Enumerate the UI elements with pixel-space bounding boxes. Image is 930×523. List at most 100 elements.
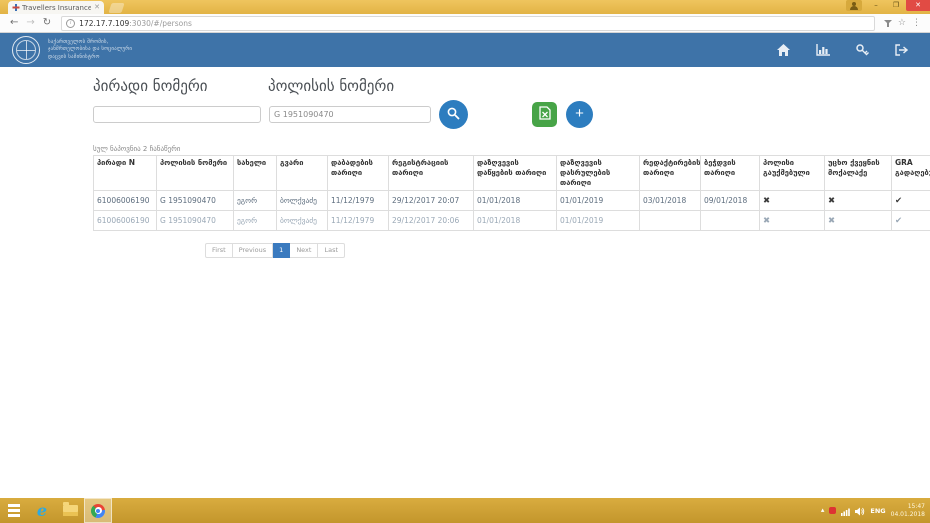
table-cell: 03/01/2018 — [640, 191, 701, 211]
table-header-row: პირადი Nპოლისის ნომერისახელიგვარიდაბადებ… — [94, 156, 930, 191]
excel-file-icon — [539, 106, 551, 123]
column-header: დაბადების თარიღი — [328, 156, 389, 191]
chrome-icon — [91, 504, 105, 518]
url-path: :3030/#/persons — [129, 19, 192, 28]
table-cell: G 1951090470 — [157, 191, 234, 211]
tab-title: Travellers Insurance — [22, 4, 91, 12]
window-controls: – ❐ ✕ — [846, 0, 930, 14]
close-button[interactable]: ✕ — [906, 0, 930, 11]
table-cell: 29/12/2017 20:07 — [389, 191, 474, 211]
browser-titlebar: Travellers Insurance ✕ – ❐ ✕ — [0, 0, 930, 14]
policy-number-label: პოლისის ნომერი — [268, 77, 443, 95]
pagination-previous[interactable]: Previous — [233, 243, 273, 258]
column-header: რეგისტრაციის თარიღი — [389, 156, 474, 191]
table-cell: ეგორ — [234, 191, 277, 211]
pagination-first[interactable]: First — [205, 243, 233, 258]
column-header: დაზღვევის დასრულების თარიღი — [557, 156, 640, 191]
key-icon[interactable] — [856, 44, 869, 56]
app-header: საქართველოს შრომის,ჯანმრთელობისა და სოცი… — [0, 33, 930, 67]
chart-icon[interactable] — [816, 44, 830, 56]
column-header: პოლისის ნომერი — [157, 156, 234, 191]
tray-expand-icon[interactable]: ▴ — [821, 507, 825, 514]
network-icon[interactable] — [841, 501, 850, 520]
policy-number-input[interactable] — [269, 106, 431, 123]
ministry-name: საქართველოს შრომის,ჯანმრთელობისა და სოცი… — [48, 39, 132, 62]
column-header: GRA გადაღებულია — [892, 156, 930, 191]
browser-toolbar: ← → ↻ i 172.17.7.109:3030/#/persons ☆ ⋮ — [0, 14, 930, 33]
column-header: პოლისი გაუქმებული — [760, 156, 825, 191]
table-cell: 01/01/2019 — [557, 191, 640, 211]
search-button[interactable] — [439, 100, 468, 129]
persons-table: პირადი Nპოლისის ნომერისახელიგვარიდაბადებ… — [93, 155, 930, 231]
forward-icon[interactable]: → — [26, 18, 34, 28]
address-bar[interactable]: i 172.17.7.109:3030/#/persons — [61, 16, 875, 31]
table-cell: 61006006190 — [94, 211, 157, 231]
browser-menu-icon[interactable]: ⋮ — [912, 19, 921, 28]
table-cell: ✔ — [892, 191, 930, 211]
start-button[interactable] — [0, 498, 28, 523]
tray-alert-icon[interactable] — [829, 507, 836, 514]
ministry-name-line: დაცვის სამინისტრო — [48, 54, 132, 62]
clock-time: 15:47 — [891, 503, 925, 511]
profile-icon[interactable] — [846, 0, 862, 11]
table-cell: 01/01/2018 — [474, 191, 557, 211]
taskbar-explorer[interactable] — [56, 498, 84, 523]
table-cell: ✖ — [825, 211, 892, 231]
new-tab-button[interactable] — [108, 3, 124, 13]
column-header: უცხო ქვეყნის მოქალაქე — [825, 156, 892, 191]
table-cell: 29/12/2017 20:06 — [389, 211, 474, 231]
table-cell: 11/12/1979 — [328, 211, 389, 231]
table-cell — [640, 211, 701, 231]
volume-icon[interactable] — [855, 501, 865, 520]
table-row[interactable]: 61006006190G 1951090470ეგორბოლქვაძე11/12… — [94, 211, 930, 231]
tab-close-icon[interactable]: ✕ — [94, 4, 100, 11]
table-cell — [701, 211, 760, 231]
minimize-button[interactable]: – — [866, 0, 886, 11]
table-cell: 61006006190 — [94, 191, 157, 211]
table-cell: 01/01/2019 — [557, 211, 640, 231]
search-section: პირადი ნომერი პოლისის ნომერი + — [93, 77, 930, 129]
bookmark-star-icon[interactable]: ☆ — [898, 19, 906, 28]
tab-favicon-icon — [12, 4, 19, 11]
table-cell: ✔ — [892, 211, 930, 231]
folder-icon — [63, 505, 78, 516]
home-icon[interactable] — [777, 44, 790, 56]
table-row[interactable]: 61006006190G 1951090470ეგორბოლქვაძე11/12… — [94, 191, 930, 211]
maximize-button[interactable]: ❐ — [886, 0, 906, 11]
url-host: 172.17.7.109 — [79, 19, 129, 28]
system-tray: ▴ ENG 15:47 04.01.2018 — [821, 501, 930, 520]
export-excel-button[interactable] — [532, 102, 557, 127]
taskbar: e ▴ ENG 15:47 04.01.2018 — [0, 498, 930, 523]
column-header: რედაქტირების თარიღი — [640, 156, 701, 191]
table-cell: 01/01/2018 — [474, 211, 557, 231]
column-header: დაზღვევის დაწყების თარიღი — [474, 156, 557, 191]
pagination-next[interactable]: Next — [290, 243, 318, 258]
table-cell: G 1951090470 — [157, 211, 234, 231]
pagination: FirstPrevious1NextLast — [205, 243, 930, 258]
start-icon — [8, 504, 20, 517]
clock-date: 04.01.2018 — [891, 511, 925, 519]
pagination-1[interactable]: 1 — [273, 243, 290, 258]
page-info-icon[interactable]: i — [66, 19, 75, 28]
add-person-button[interactable]: + — [566, 101, 593, 128]
clock[interactable]: 15:47 04.01.2018 — [891, 503, 925, 519]
browser-tab[interactable]: Travellers Insurance ✕ — [8, 1, 104, 14]
back-icon[interactable]: ← — [10, 18, 18, 28]
personal-number-input[interactable] — [93, 106, 261, 123]
pagination-last[interactable]: Last — [318, 243, 345, 258]
refresh-icon[interactable]: ↻ — [43, 18, 51, 28]
taskbar-chrome[interactable] — [84, 498, 112, 523]
column-header: პირადი N — [94, 156, 157, 191]
search-icon — [447, 107, 460, 123]
column-header: ბეჭდვის თარიღი — [701, 156, 760, 191]
taskbar-ie[interactable]: e — [28, 498, 56, 523]
url-text: 172.17.7.109:3030/#/persons — [79, 19, 192, 28]
table-cell: ✖ — [760, 211, 825, 231]
language-indicator[interactable]: ENG — [870, 507, 885, 515]
extension-funnel-icon[interactable] — [884, 19, 892, 27]
table-cell: ბოლქვაძე — [277, 191, 328, 211]
table-cell: ✖ — [825, 191, 892, 211]
header-nav — [777, 44, 908, 56]
internet-explorer-icon: e — [37, 503, 47, 519]
logout-icon[interactable] — [895, 44, 908, 56]
